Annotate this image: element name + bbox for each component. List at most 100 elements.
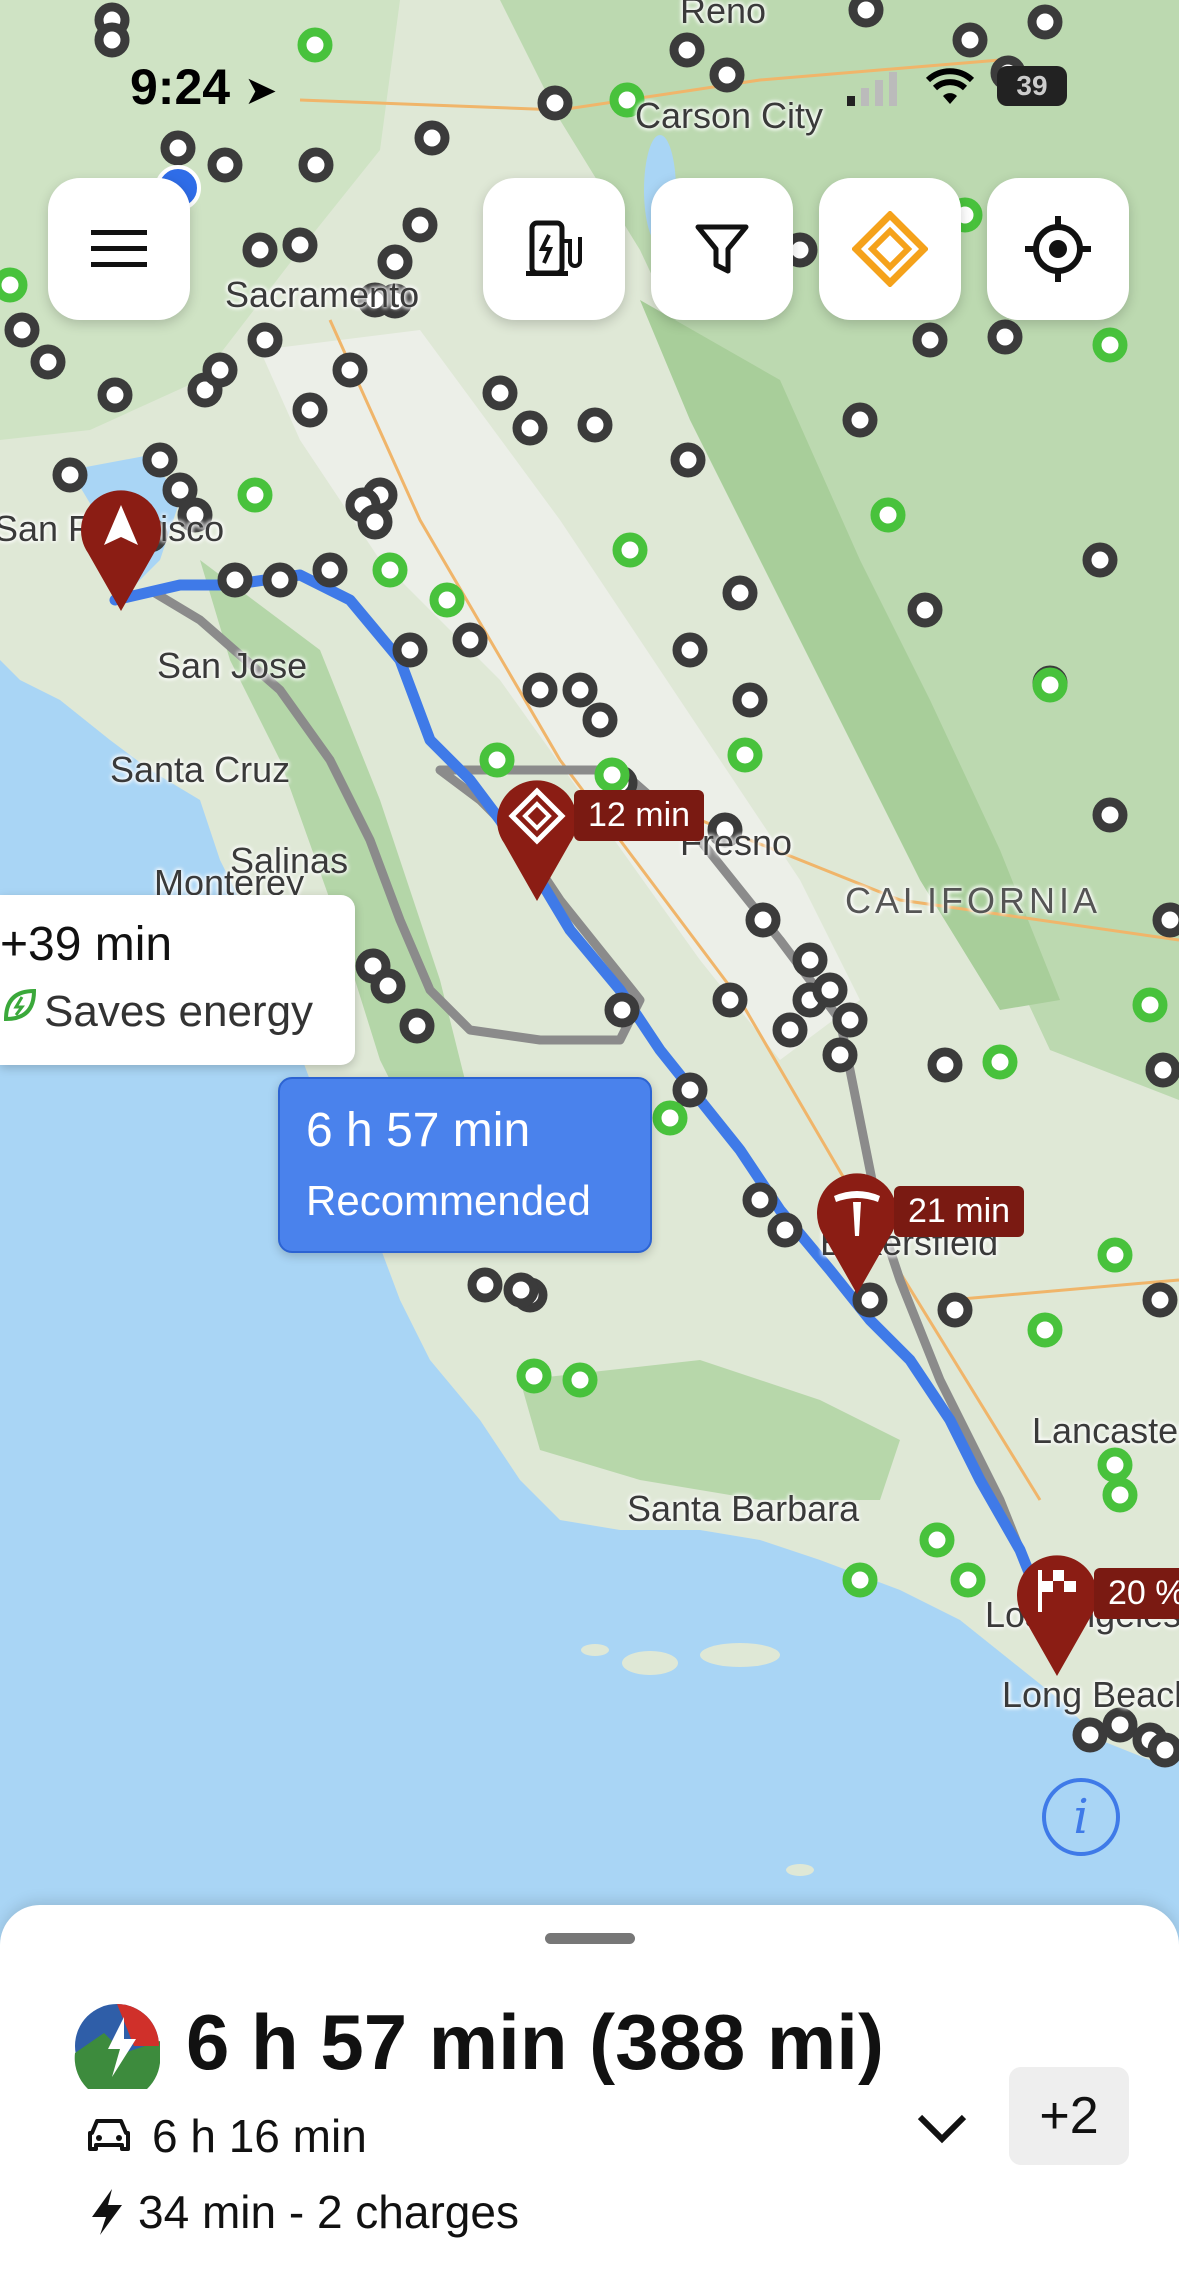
charger-dot[interactable] [745,902,781,938]
charger-dot[interactable] [927,1047,963,1083]
charger-dot[interactable] [937,1292,973,1328]
charger-dot[interactable] [482,375,518,411]
charger-dot[interactable] [297,27,333,63]
charger-dot[interactable] [142,442,178,478]
charger-dot[interactable] [522,672,558,708]
menu-button[interactable] [48,178,190,320]
charger-dot[interactable] [503,1272,539,1308]
charger-dot[interactable] [0,267,28,303]
charger-dot[interactable] [512,410,548,446]
charger-dot[interactable] [312,552,348,588]
charger-dot[interactable] [94,22,130,58]
charger-dot[interactable] [722,575,758,611]
charger-dot[interactable] [1027,1312,1063,1348]
charger-dot[interactable] [467,1267,503,1303]
charger-dot[interactable] [982,1044,1018,1080]
charger-dot[interactable] [1032,667,1068,703]
charger-dot[interactable] [842,402,878,438]
charger-dot[interactable] [577,407,613,443]
charger-dot[interactable] [516,1358,552,1394]
charger-filter-button[interactable] [483,178,625,320]
charger-dot[interactable] [30,344,66,380]
charger-dot[interactable] [670,442,706,478]
charger-dot[interactable] [870,497,906,533]
more-routes-button[interactable]: +2 [1009,2067,1129,2165]
charger-dot[interactable] [479,742,515,778]
charge-stop-2-pin[interactable] [812,1166,902,1301]
charger-dot[interactable] [399,1008,435,1044]
charger-dot[interactable] [907,592,943,628]
charger-dot[interactable] [372,552,408,588]
charger-dot[interactable] [727,737,763,773]
charger-dot[interactable] [582,702,618,738]
charger-dot[interactable] [237,477,273,513]
charger-dot[interactable] [950,1562,986,1598]
charger-dot[interactable] [767,1212,803,1248]
charger-dot[interactable] [357,504,393,540]
charger-dot[interactable] [202,352,238,388]
charger-dot[interactable] [452,622,488,658]
charger-dot[interactable] [402,207,438,243]
charger-dot[interactable] [292,392,328,428]
charger-dot[interactable] [562,672,598,708]
charger-dot[interactable] [612,532,648,568]
charger-dot[interactable] [1132,987,1168,1023]
charger-dot[interactable] [537,85,573,121]
start-pin[interactable] [76,483,166,618]
charger-dot[interactable] [4,312,40,348]
charger-dot[interactable] [207,147,243,183]
charger-dot[interactable] [562,1362,598,1398]
charger-dot[interactable] [1072,1717,1108,1753]
charger-dot[interactable] [1097,1447,1133,1483]
charger-dot[interactable] [1092,327,1128,363]
charger-dot[interactable] [1142,1282,1178,1318]
charger-dot[interactable] [1152,902,1179,938]
charger-dot[interactable] [332,352,368,388]
charger-dot[interactable] [282,227,318,263]
charger-dot[interactable] [848,0,884,28]
charger-dot[interactable] [742,1182,778,1218]
charger-dot[interactable] [822,1037,858,1073]
charger-dot[interactable] [429,582,465,618]
charger-dot[interactable] [732,682,768,718]
charger-dot[interactable] [217,562,253,598]
charger-dot[interactable] [672,1072,708,1108]
charger-dot[interactable] [242,232,278,268]
charger-dot[interactable] [919,1522,955,1558]
charge-stop-1-pin[interactable] [492,773,582,908]
charger-dot[interactable] [1145,1052,1179,1088]
filter-button[interactable] [651,178,793,320]
charger-dot[interactable] [812,972,848,1008]
charger-dot[interactable] [298,147,334,183]
charger-dot[interactable] [1102,1477,1138,1513]
recommended-route-callout[interactable]: 6 h 57 min Recommended [278,1077,652,1253]
sheet-grabber[interactable] [545,1933,635,1944]
charger-dot[interactable] [377,244,413,280]
charger-dot[interactable] [832,1002,868,1038]
charger-dot[interactable] [1092,797,1128,833]
charger-dot[interactable] [160,130,196,166]
charger-dot[interactable] [772,1012,808,1048]
charger-dot[interactable] [912,322,948,358]
info-button[interactable]: i [1042,1778,1120,1856]
charger-dot[interactable] [1097,1237,1133,1273]
charger-dot[interactable] [1082,542,1118,578]
charger-dot[interactable] [709,57,745,93]
charger-dot[interactable] [97,377,133,413]
alternate-route-callout[interactable]: +39 min Saves energy [0,895,355,1065]
destination-pin[interactable] [1012,1548,1102,1683]
locate-button[interactable] [987,178,1129,320]
charger-dot[interactable] [392,632,428,668]
expand-chevron-button[interactable] [912,2103,972,2153]
charger-dot[interactable] [652,1100,688,1136]
charger-dot[interactable] [792,942,828,978]
charger-dot[interactable] [842,1562,878,1598]
charger-dot[interactable] [1027,4,1063,40]
charger-dot[interactable] [370,968,406,1004]
charger-dot[interactable] [669,32,705,68]
charger-dot[interactable] [247,322,283,358]
charger-dot[interactable] [594,757,630,793]
charger-dot[interactable] [672,632,708,668]
charger-dot[interactable] [604,992,640,1028]
charger-dot[interactable] [952,22,988,58]
